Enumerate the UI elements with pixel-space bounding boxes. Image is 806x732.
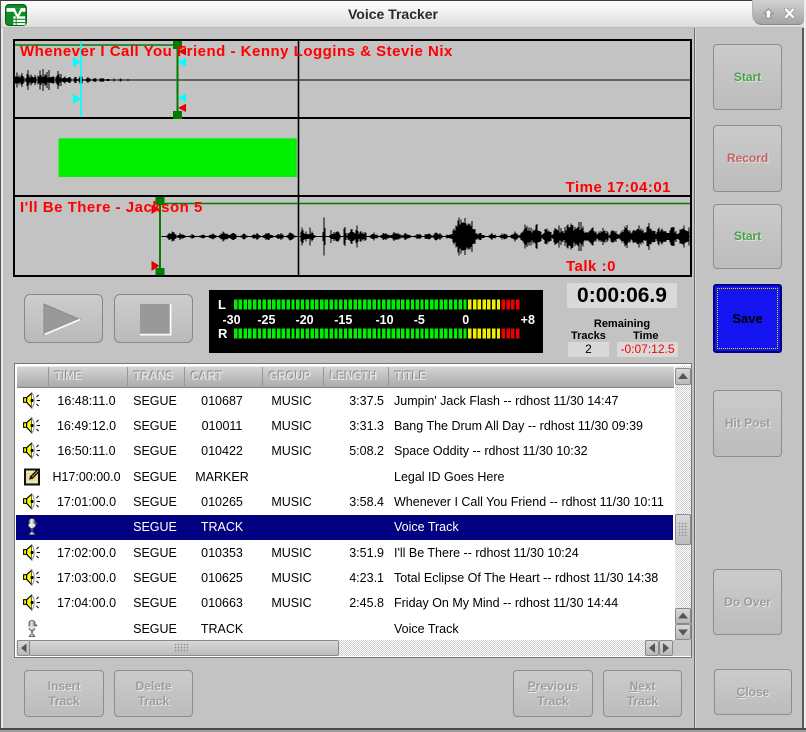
svg-text:R: R — [218, 326, 228, 341]
svg-text:-25: -25 — [257, 313, 275, 327]
svg-text:L: L — [218, 297, 226, 312]
svg-text:-10: -10 — [375, 313, 393, 327]
svg-text:-5: -5 — [414, 313, 425, 327]
svg-text:-20: -20 — [296, 313, 314, 327]
svg-text:-30: -30 — [222, 313, 240, 327]
svg-text:+8: +8 — [521, 313, 535, 327]
svg-text:0: 0 — [462, 313, 469, 327]
svg-text:-15: -15 — [334, 313, 352, 327]
